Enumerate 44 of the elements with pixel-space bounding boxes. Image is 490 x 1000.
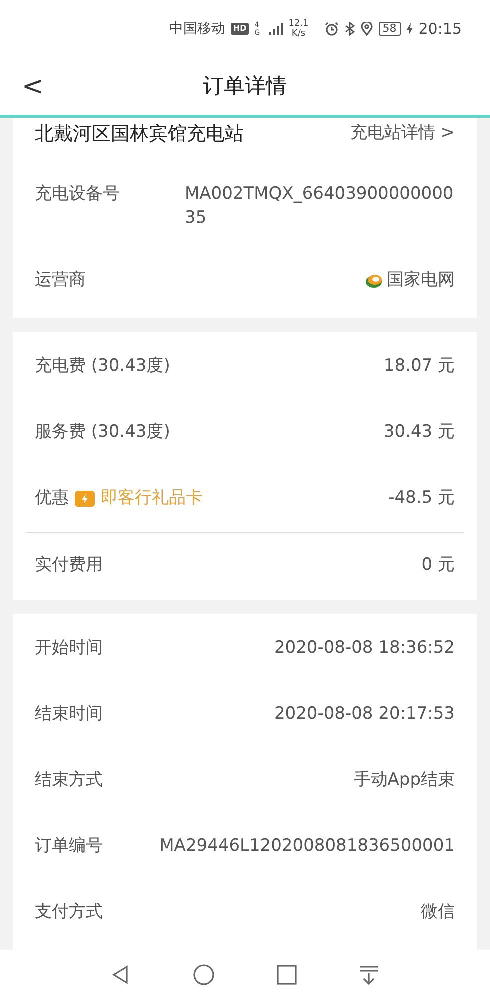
gift-card-name: 即客行礼品卡 (101, 487, 203, 510)
fee-value: 18.07 元 (384, 355, 455, 378)
field-label: 运营商 (35, 269, 86, 292)
bluetooth-icon (344, 22, 355, 36)
speed-unit: K/s (292, 29, 306, 39)
field-label: 充电设备号 (35, 183, 120, 206)
detail-value: MA29446L1202008081836500001 (160, 835, 455, 858)
hd-badge: HD (231, 23, 249, 35)
detail-label: 订单编号 (35, 835, 103, 858)
charging-icon (406, 23, 413, 35)
fee-value: 30.43 元 (384, 421, 455, 444)
fee-label: 充电费 (30.43度) (35, 355, 170, 378)
home-nav-icon[interactable] (193, 964, 215, 986)
fee-label: 优惠 (35, 487, 69, 510)
field-value: MA002TMQX_6640390000000035 (185, 183, 455, 230)
page-title: 订单详情 (203, 72, 287, 100)
swirl-logo-icon (365, 273, 383, 289)
detail-value: 微信 (421, 901, 455, 924)
signal-icon (268, 23, 283, 35)
station-name: 北戴河区国林宾馆充电站 (35, 122, 244, 147)
detail-value: 手动App结束 (354, 769, 455, 792)
recents-nav-icon[interactable] (277, 965, 297, 985)
detail-label: 结束方式 (35, 769, 103, 792)
network-speed: 12.1 (288, 19, 309, 29)
fee-value: 0 元 (422, 554, 455, 577)
detail-value: 2020-08-08 18:36:52 (274, 637, 455, 660)
clock-time: 20:15 (418, 18, 462, 40)
station-details-link[interactable]: 充电站详情 > (350, 121, 455, 147)
notification-drawer-icon[interactable] (359, 965, 379, 985)
gift-card-icon (75, 491, 95, 507)
carrier-name: 中国移动 (169, 20, 226, 38)
fee-label: 实付费用 (35, 554, 103, 577)
back-button[interactable]: < (22, 74, 44, 100)
alarm-icon (324, 22, 339, 36)
detail-value: 2020-08-08 20:17:53 (274, 703, 455, 726)
fee-label: 服务费 (30.43度) (35, 421, 170, 444)
location-icon (360, 22, 373, 36)
field-value: 国家电网 (387, 269, 455, 292)
detail-label: 开始时间 (35, 637, 103, 660)
detail-label: 结束时间 (35, 703, 103, 726)
detail-label: 支付方式 (35, 901, 103, 924)
battery-level: 58 (378, 22, 401, 36)
fee-value: -48.5 元 (388, 487, 455, 510)
back-nav-icon[interactable] (111, 965, 131, 985)
